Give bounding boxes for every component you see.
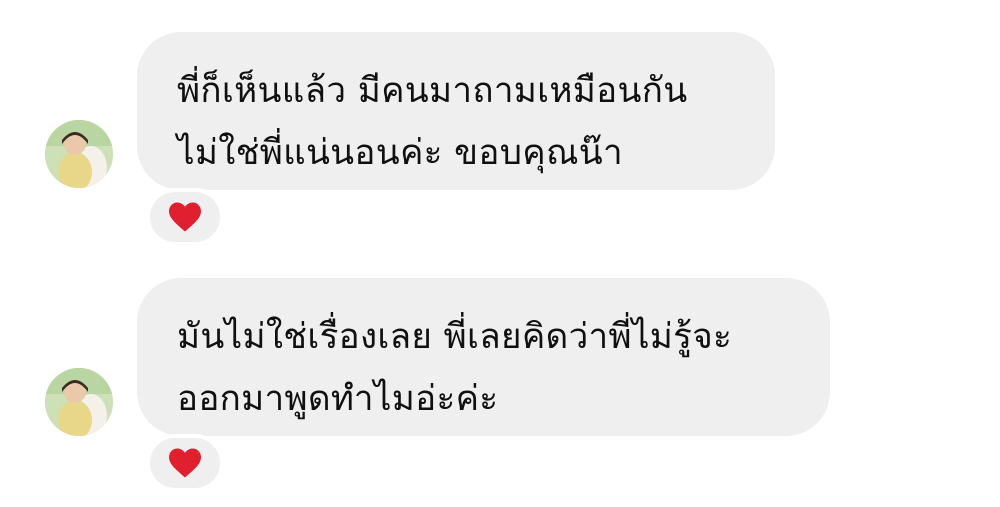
reaction-badge[interactable] [146,434,224,492]
sender-avatar[interactable] [45,368,113,436]
message-text-line: ออกมาพูดทำไมอ่ะค่ะ [177,379,499,419]
message-text-line: มันไม่ใช่เรื่องเลย พี่เลยคิดว่าพี่ไม่รู้… [177,317,733,357]
message-text-line: พี่ก็เห็นแล้ว มีคนมาถามเหมือนกัน [177,71,688,111]
message-bubble[interactable]: มันไม่ใช่เรื่องเลย พี่เลยคิดว่าพี่ไม่รู้… [137,278,830,436]
avatar-image [45,368,113,436]
reaction-badge[interactable] [146,188,224,246]
heart-icon [169,448,201,478]
message-text-line: ไม่ใช่พี่แน่นอนค่ะ ขอบคุณน๊า [177,133,623,173]
avatar-image [45,120,113,188]
heart-icon [169,202,201,232]
message-bubble[interactable]: พี่ก็เห็นแล้ว มีคนมาถามเหมือนกัน ไม่ใช่พ… [137,32,775,190]
sender-avatar[interactable] [45,120,113,188]
